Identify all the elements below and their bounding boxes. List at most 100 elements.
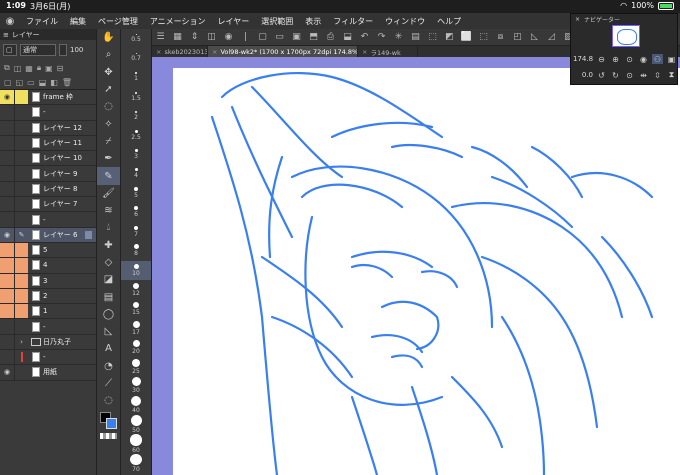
brush-icon[interactable]: 🖌︎ xyxy=(97,185,120,202)
grid-icon[interactable]: ▦ xyxy=(169,30,186,45)
brush-size-item[interactable]: 20 xyxy=(121,338,151,357)
lock-transparent-icon[interactable]: ▦ xyxy=(25,64,33,73)
flip-vertical-icon[interactable]: ⇳ xyxy=(652,70,663,80)
menu-file[interactable]: ファイル xyxy=(20,16,64,27)
undo-icon[interactable]: ↶ xyxy=(356,30,373,45)
invert-icon[interactable]: ⧈ xyxy=(492,30,509,45)
layer-row[interactable]: レイヤー 7 xyxy=(0,197,96,213)
opacity-value[interactable]: 100 xyxy=(70,46,83,54)
print-icon[interactable]: ⎙ xyxy=(322,30,339,45)
layer-row[interactable]: 2 xyxy=(0,288,96,305)
menu-selection[interactable]: 選択範囲 xyxy=(255,16,299,27)
expand-icon[interactable]: › xyxy=(14,334,28,350)
menu-view[interactable]: 表示 xyxy=(299,16,327,27)
layer-row[interactable]: レイヤー 10 xyxy=(0,151,96,167)
eyedropper-icon[interactable]: ⌿ xyxy=(97,133,120,150)
layer-row[interactable]: 1 xyxy=(0,304,96,320)
app-logo-icon[interactable]: ◉ xyxy=(0,16,20,27)
save-icon[interactable]: ▣ xyxy=(288,30,305,45)
layer-row[interactable]: - xyxy=(0,105,96,121)
tab-document-active[interactable]: × Vol98-wk2* (1700 x 1700px 72dpi 174.8%… xyxy=(208,46,358,57)
arrows-icon[interactable]: ⇕ xyxy=(186,30,203,45)
brush-size-item[interactable]: 60 xyxy=(121,434,151,454)
eye-icon[interactable] xyxy=(0,182,14,196)
fill-icon[interactable]: ◪ xyxy=(97,271,120,288)
brush-size-item[interactable]: 4 xyxy=(121,164,151,183)
layer-row[interactable]: 5 xyxy=(0,242,96,259)
balloon-icon[interactable]: ◔ xyxy=(97,358,120,375)
delete-layer-icon[interactable]: 🗑︎ xyxy=(62,78,72,87)
flip-horizontal-icon[interactable]: ⇹ xyxy=(638,70,649,80)
sub-color-chip[interactable] xyxy=(106,418,117,429)
new-raster-icon[interactable]: ▢ xyxy=(4,78,12,87)
frame-icon[interactable]: ◺ xyxy=(97,323,120,340)
zoom-value[interactable]: 174.8 xyxy=(573,55,593,63)
brush-size-item[interactable]: 1 xyxy=(121,68,151,87)
brush-size-item[interactable]: 3 xyxy=(121,145,151,164)
rotation-value[interactable]: 0.0 xyxy=(573,71,593,79)
ruler-tool-icon[interactable]: ⟋ xyxy=(97,375,120,392)
layer-row[interactable]: - xyxy=(0,350,96,366)
actual-size-icon[interactable]: ◉ xyxy=(638,54,649,64)
gradient-icon[interactable]: ▤ xyxy=(97,288,120,305)
decoration-icon[interactable]: ✚ xyxy=(97,237,120,254)
close-icon[interactable]: × xyxy=(575,16,580,23)
rotate-left-icon[interactable]: ↺ xyxy=(596,70,607,80)
airbrush-icon[interactable]: ≋ xyxy=(97,202,120,219)
navigator-option-icon[interactable]: ⚇ xyxy=(652,54,663,64)
pencil-icon[interactable]: ✎ xyxy=(97,167,120,185)
layer-row[interactable]: - xyxy=(0,212,96,228)
eye-icon[interactable] xyxy=(0,151,14,165)
layer-row[interactable]: 4 xyxy=(0,258,96,274)
correct-line-icon[interactable]: ◌ xyxy=(97,392,120,409)
tab-document[interactable]: × ラ149-wk xyxy=(358,46,418,57)
layer-panel-tab[interactable]: レイヤー xyxy=(12,30,40,40)
eye-icon[interactable] xyxy=(0,166,14,180)
zoom-icon[interactable]: ⌕ xyxy=(97,46,120,63)
opacity-slider[interactable] xyxy=(59,44,67,56)
brush-size-item[interactable]: 7 xyxy=(121,222,151,241)
layer-row[interactable]: レイヤー 9 xyxy=(0,166,96,182)
layer-row[interactable]: ◉ frame 枠 xyxy=(0,90,96,106)
brush-size-item[interactable]: 0.5 xyxy=(121,29,151,48)
eye-icon[interactable] xyxy=(0,136,14,150)
figure-icon[interactable]: ◯ xyxy=(97,306,120,323)
fit-icon[interactable]: ⊙ xyxy=(624,54,635,64)
brush-size-item[interactable]: 8 xyxy=(121,241,151,260)
clip-icon[interactable]: ⧉ xyxy=(4,63,10,73)
magic-wand-icon[interactable]: ✧ xyxy=(97,115,120,132)
pen-icon[interactable]: ✒ xyxy=(97,150,120,167)
zoom-in-icon[interactable]: ⊕ xyxy=(610,54,621,64)
open-icon[interactable]: ▭ xyxy=(271,30,288,45)
eye-icon[interactable] xyxy=(0,242,14,258)
eye-icon[interactable] xyxy=(0,288,14,304)
deselect-icon[interactable]: ⬚ xyxy=(475,30,492,45)
close-icon[interactable]: × xyxy=(362,48,367,56)
eye-icon[interactable] xyxy=(0,304,14,319)
lasso-icon[interactable]: ◌ xyxy=(97,98,120,115)
eye-icon[interactable] xyxy=(0,121,14,135)
menu-animation[interactable]: アニメーション xyxy=(144,16,212,27)
navigator-preview[interactable] xyxy=(612,25,640,47)
layer-folder-row[interactable]: › 日乃丸子 xyxy=(0,334,96,351)
navigator-option2-icon[interactable]: ▣ xyxy=(666,54,677,64)
tab-document[interactable]: × skeb2023013( xyxy=(152,46,208,57)
zoom-out-icon[interactable]: ⊖ xyxy=(596,54,607,64)
brush-size-item[interactable]: 0.7 xyxy=(121,48,151,67)
menu-icon[interactable]: ☰ xyxy=(152,30,169,45)
eye-icon[interactable]: ◉ xyxy=(0,365,14,379)
ruler-show-icon[interactable]: ◰ xyxy=(509,30,526,45)
mask-icon[interactable]: ▣ xyxy=(45,64,53,73)
rotate-right-icon[interactable]: ↻ xyxy=(610,70,621,80)
blend-mode-select[interactable]: 通常 xyxy=(20,44,56,56)
layer-row[interactable]: レイヤー 8 xyxy=(0,181,96,198)
mask-add-icon[interactable]: ◧ xyxy=(50,78,58,87)
brush-size-item[interactable]: 25 xyxy=(121,357,151,376)
transform-icon[interactable]: ⬚ xyxy=(424,30,441,45)
record-icon[interactable]: ◉ xyxy=(220,30,237,45)
close-icon[interactable]: × xyxy=(212,48,217,56)
menu-layer[interactable]: レイヤー xyxy=(212,16,256,27)
redo-icon[interactable]: ↷ xyxy=(373,30,390,45)
eye-icon[interactable]: ◉ xyxy=(0,90,14,105)
layer-row[interactable]: - xyxy=(0,319,96,335)
